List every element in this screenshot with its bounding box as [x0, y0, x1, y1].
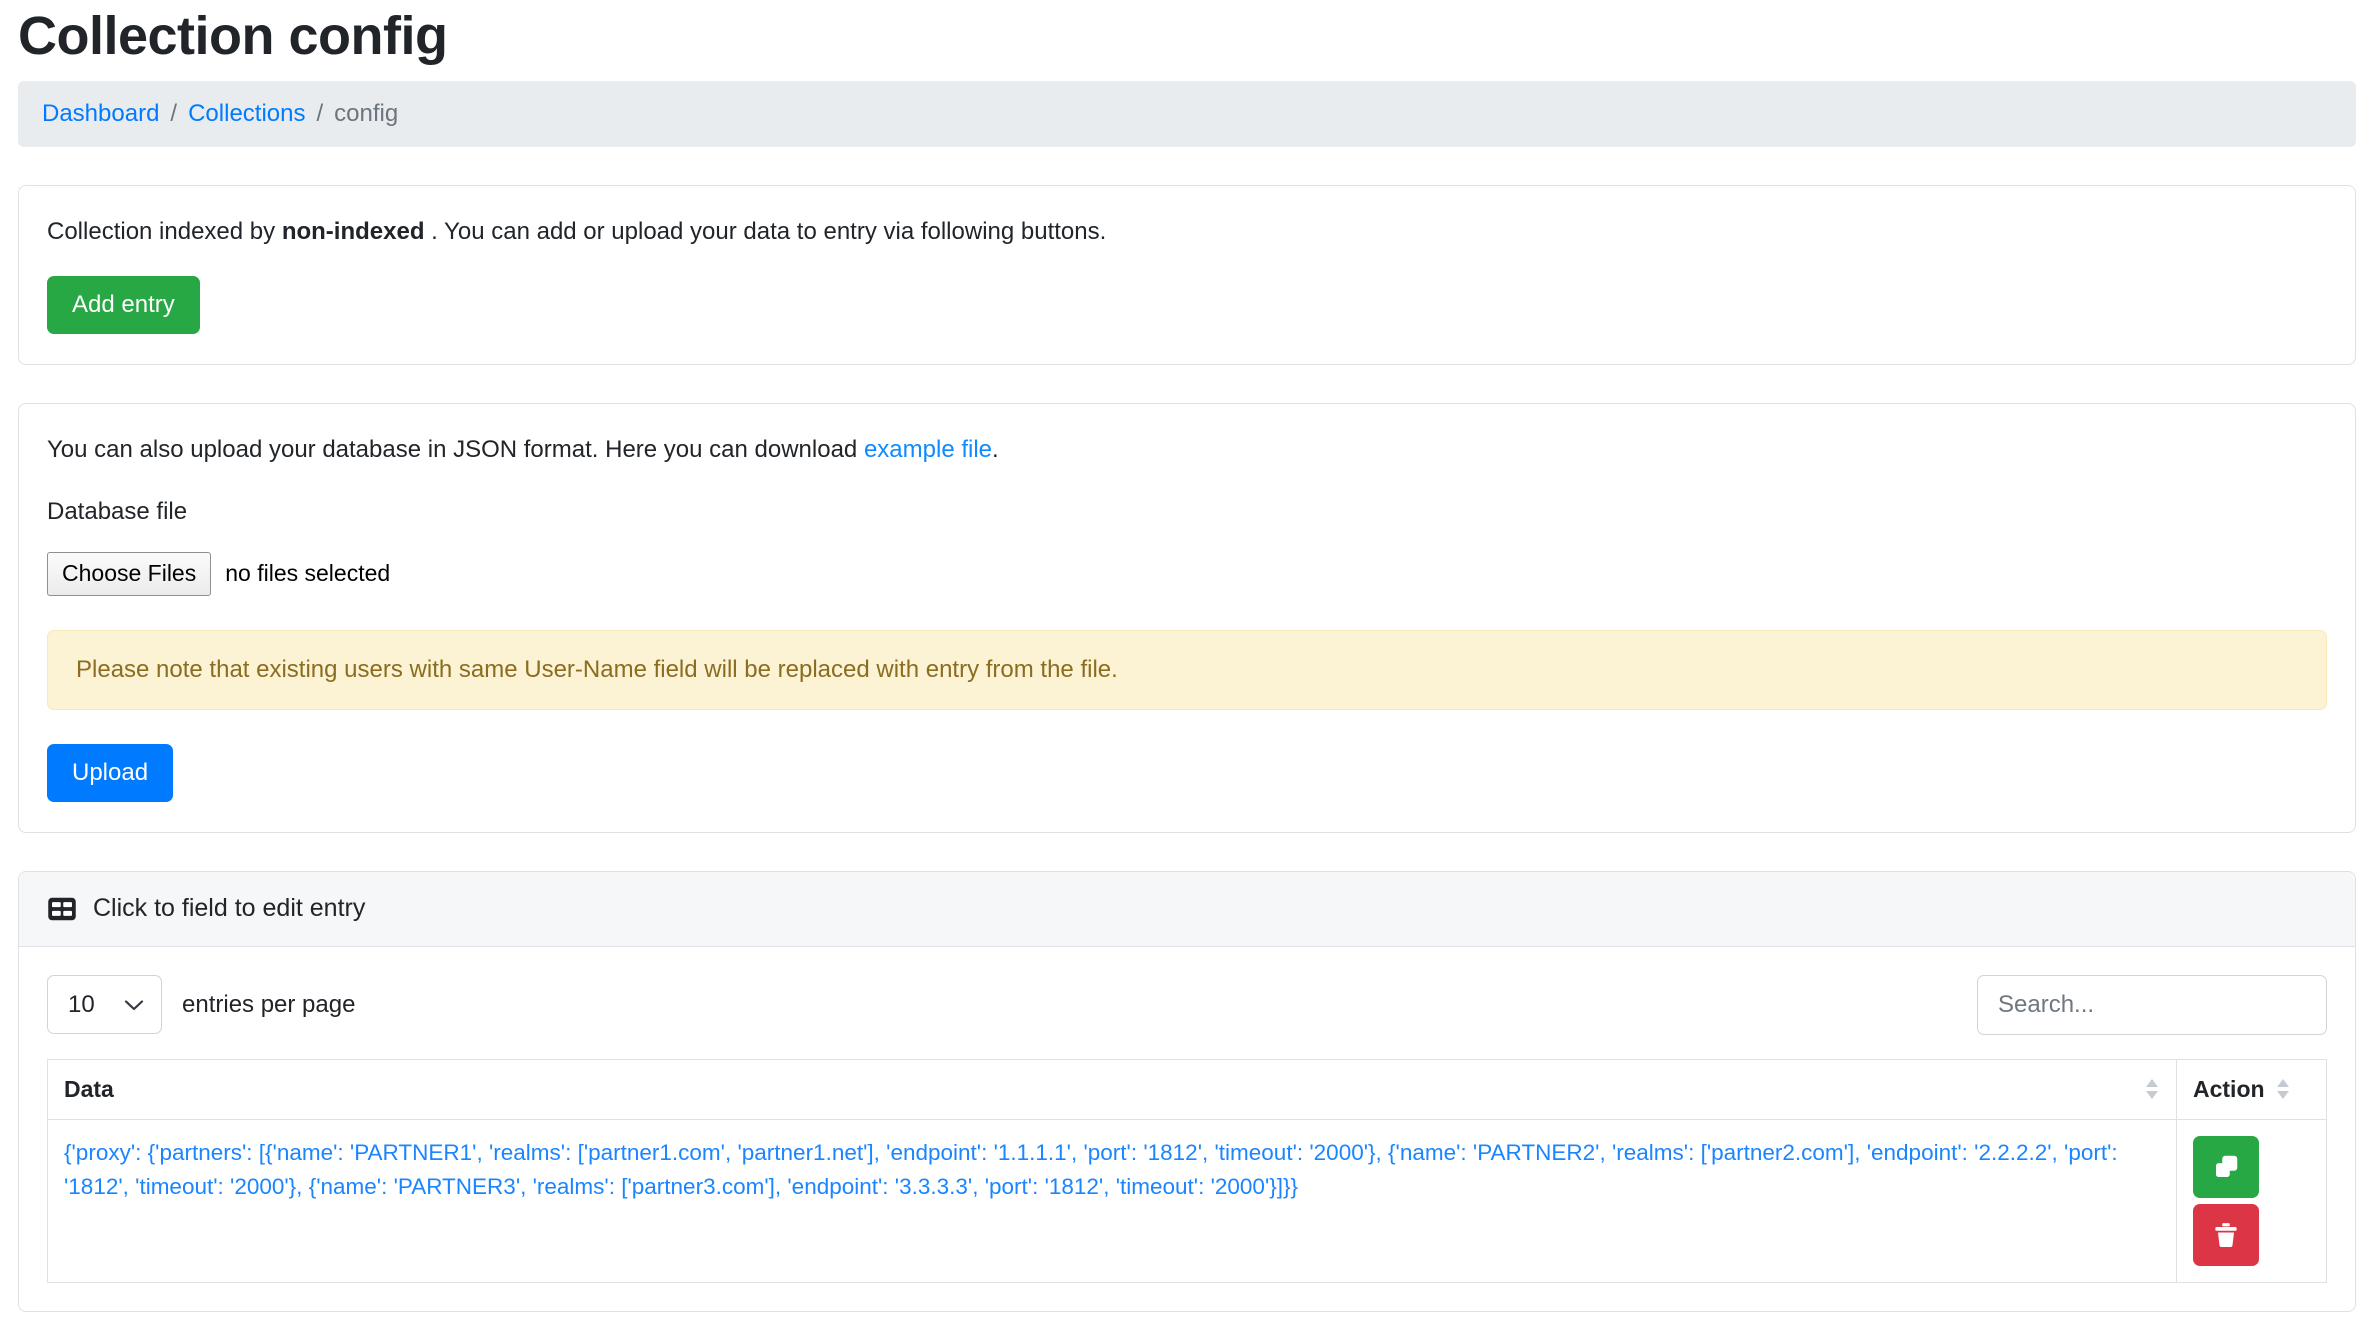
- row-action-buttons: [2193, 1135, 2310, 1266]
- column-header-data[interactable]: Data: [47, 1058, 2177, 1120]
- cell-data[interactable]: {'proxy': {'partners': [{'name': 'PARTNE…: [47, 1118, 2177, 1283]
- add-entry-button[interactable]: Add entry: [47, 275, 200, 334]
- breadcrumb-separator: /: [170, 99, 178, 127]
- choose-files-button[interactable]: Choose Files: [47, 551, 212, 596]
- entries-table-wrap: Data Action {'proxy': {'partners': [{'na…: [19, 1058, 2355, 1311]
- page-title: Collection config: [18, 6, 448, 66]
- sort-arrows-icon: [2146, 1079, 2158, 1100]
- entry-card-body: Collection indexed by non-indexed . You …: [19, 186, 2355, 364]
- entries-table-header: Click to field to edit entry: [19, 871, 2355, 947]
- entry-index-field: non-indexed: [281, 217, 425, 245]
- copy-entry-button[interactable]: [2193, 1135, 2259, 1198]
- column-header-action[interactable]: Action: [2176, 1058, 2327, 1120]
- entries-table-title: Click to field to edit entry: [93, 894, 366, 923]
- entries-table-card: Click to field to edit entry 10 25 50 10…: [18, 870, 2356, 1312]
- breadcrumb-item-collections[interactable]: Collections: [188, 100, 305, 128]
- replace-warning-alert: Please note that existing users with sam…: [47, 629, 2327, 710]
- entry-data-value[interactable]: {'proxy': {'partners': [{'name': 'PARTNE…: [64, 1136, 2160, 1204]
- entry-text-before: Collection indexed by: [47, 217, 276, 245]
- entry-text-after: . You can add or upload your data to ent…: [431, 217, 1107, 245]
- cell-action: [2176, 1118, 2327, 1283]
- search-input[interactable]: [1977, 974, 2327, 1035]
- breadcrumb-separator: /: [316, 99, 324, 127]
- file-input-row[interactable]: Choose Files no files selected: [47, 551, 2327, 596]
- column-header-action-label: Action: [2193, 1075, 2265, 1102]
- per-page-select-wrap[interactable]: 10 25 50 100: [47, 975, 162, 1035]
- breadcrumb: Dashboard / Collections / config: [18, 80, 2356, 147]
- entries-table-body: {'proxy': {'partners': [{'name': 'PARTNE…: [47, 1118, 2327, 1283]
- upload-intro-after: .: [992, 435, 999, 463]
- entry-card: Collection indexed by non-indexed . You …: [18, 184, 2356, 365]
- breadcrumb-item-dashboard[interactable]: Dashboard: [42, 100, 159, 128]
- sort-arrows-icon: [2276, 1079, 2289, 1100]
- trash-icon: [2215, 1223, 2237, 1247]
- breadcrumb-item-current: config: [334, 99, 399, 127]
- entries-table-head: Data Action: [47, 1058, 2327, 1120]
- per-page-group: 10 25 50 100 entries per page: [47, 975, 356, 1035]
- column-header-data-label: Data: [64, 1075, 114, 1102]
- table-header-row: Data Action: [47, 1058, 2327, 1120]
- database-file-label: Database file: [47, 497, 188, 525]
- table-grid-icon: [47, 894, 77, 924]
- entries-table-toolbar: 10 25 50 100 entries per page: [19, 947, 2355, 1059]
- table-row: {'proxy': {'partners': [{'name': 'PARTNE…: [47, 1118, 2327, 1283]
- copy-icon: [2216, 1155, 2238, 1177]
- upload-card-body: You can also upload your database in JSO…: [19, 404, 2355, 832]
- upload-button[interactable]: Upload: [47, 743, 174, 802]
- page-root: Collection config Dashboard / Collection…: [0, 0, 2374, 1312]
- delete-entry-button[interactable]: [2193, 1203, 2259, 1266]
- per-page-label: entries per page: [182, 990, 356, 1018]
- entry-card-description: Collection indexed by non-indexed . You …: [47, 214, 2327, 250]
- upload-card: You can also upload your database in JSO…: [18, 402, 2356, 833]
- per-page-select[interactable]: 10 25 50 100: [47, 975, 162, 1035]
- entries-table: Data Action {'proxy': {'partners': [{'na…: [47, 1058, 2327, 1283]
- upload-card-description: You can also upload your database in JSO…: [47, 432, 2327, 468]
- file-selection-status: no files selected: [225, 560, 391, 587]
- example-file-link[interactable]: example file: [864, 436, 992, 463]
- upload-intro-before: You can also upload your database in JSO…: [47, 435, 858, 463]
